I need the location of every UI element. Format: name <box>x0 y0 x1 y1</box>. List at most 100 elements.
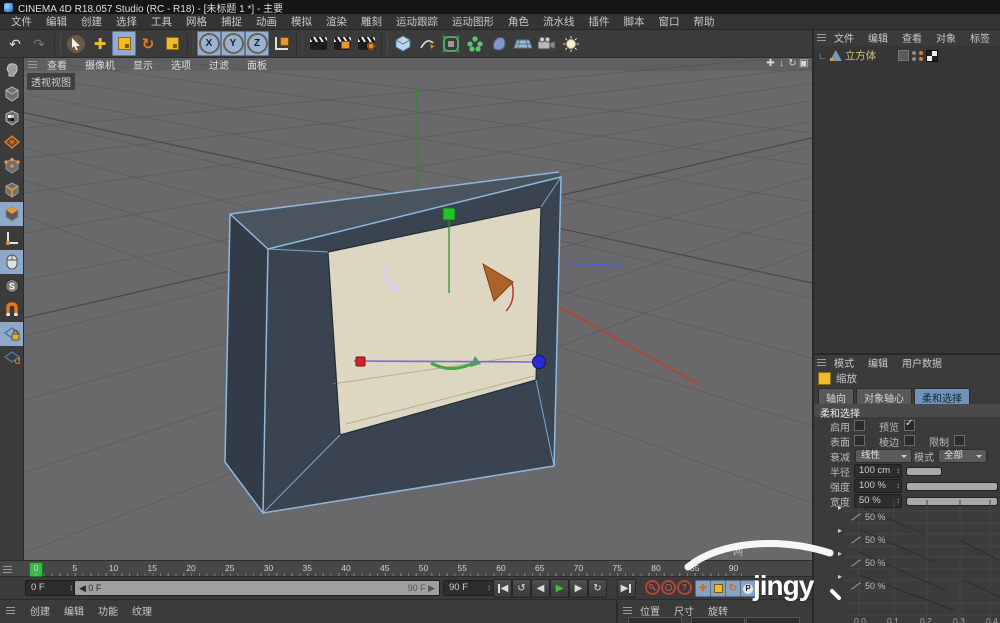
render-settings-button[interactable] <box>354 31 378 56</box>
menu-item-2[interactable]: 创建 <box>74 13 109 30</box>
pan-icon[interactable]: ✚ <box>766 58 775 69</box>
drag-grip-icon[interactable] <box>623 607 632 614</box>
live-selection-button[interactable] <box>64 31 88 56</box>
end-frame-field[interactable]: 90 F↕ <box>443 580 494 596</box>
radius-slider[interactable] <box>906 467 942 476</box>
add-camera-button[interactable] <box>535 31 559 56</box>
drag-grip-icon[interactable] <box>6 607 15 614</box>
menu-item-10[interactable]: 雕刻 <box>354 13 389 30</box>
goto-end-button[interactable]: ▶ <box>617 579 636 598</box>
scale-handle-z[interactable] <box>533 356 546 369</box>
attribute-manager-menu-1[interactable]: 编辑 <box>862 355 894 370</box>
rotation-field[interactable] <box>746 617 800 623</box>
falloff-row-value-1[interactable]: 50 % <box>850 535 886 545</box>
menu-item-3[interactable]: 选择 <box>109 13 144 30</box>
rotate-tool-button[interactable]: ↻ <box>136 31 160 56</box>
object-manager-menu-0[interactable]: 文件 <box>828 30 860 45</box>
coordinate-system-button[interactable] <box>269 31 293 56</box>
enable-axis-button[interactable] <box>0 226 23 250</box>
spinner-icon[interactable]: ↕ <box>896 480 900 492</box>
snap-s-button[interactable]: S <box>0 274 23 298</box>
drag-grip-icon[interactable] <box>817 34 826 41</box>
mode-dropdown[interactable]: 全部 <box>938 449 987 463</box>
workplane-button[interactable]: ↺ <box>0 346 23 370</box>
preview-checkbox[interactable] <box>904 420 915 431</box>
zoom-icon[interactable]: ↓ <box>777 58 786 69</box>
polygons-mode-button[interactable] <box>0 202 23 226</box>
coordinate-column-1[interactable]: 尺寸 <box>668 603 700 618</box>
keyframe-selection-button[interactable]: ? <box>677 580 692 595</box>
spinner-icon[interactable]: ↕ <box>69 581 73 595</box>
add-array-button[interactable] <box>463 31 487 56</box>
layer-dots-icon[interactable] <box>919 51 923 61</box>
undo-button[interactable]: ↶ <box>3 31 27 56</box>
add-cube-button[interactable] <box>391 31 415 56</box>
menu-item-13[interactable]: 角色 <box>501 13 536 30</box>
position-field[interactable] <box>628 617 682 623</box>
move-tool-button[interactable]: ✚ <box>88 31 112 56</box>
object-manager-menu-3[interactable]: 对象 <box>930 30 962 45</box>
viewport-menu-3[interactable]: 选项 <box>163 58 199 72</box>
falloff-row-expander-0[interactable]: ▸ <box>838 502 842 512</box>
falloff-row-expander-2[interactable]: ▸ <box>838 548 842 558</box>
add-deformer-button[interactable] <box>487 31 511 56</box>
add-light-button[interactable] <box>559 31 583 56</box>
drag-grip-icon[interactable] <box>28 61 37 68</box>
cube-object[interactable] <box>225 172 561 513</box>
enable-checkbox[interactable] <box>854 420 865 431</box>
perspective-viewport[interactable]: 查看摄像机显示选项过滤面板 透视视图 ✚ ↓ ↻ ▣ 网 <box>24 58 812 560</box>
points-mode-button[interactable] <box>0 154 23 178</box>
menu-item-17[interactable]: 窗口 <box>652 13 687 30</box>
record-parameter-toggle[interactable]: P <box>740 580 756 597</box>
menu-item-11[interactable]: 运动跟踪 <box>389 13 445 30</box>
spinner-icon[interactable]: ↕ <box>896 465 900 477</box>
menu-item-6[interactable]: 捕捉 <box>214 13 249 30</box>
object-manager-menu-1[interactable]: 编辑 <box>862 30 894 45</box>
menu-item-5[interactable]: 网格 <box>179 13 214 30</box>
menu-item-4[interactable]: 工具 <box>144 13 179 30</box>
falloff-row-value-3[interactable]: 50 % <box>850 581 886 591</box>
falloff-row-value-0[interactable]: 50 % <box>850 512 886 522</box>
falloff-curve-graph[interactable]: ▸50 %▸50 %▸50 %▸50 % 0.00.10.20.30.4 <box>814 500 1000 623</box>
surface-checkbox[interactable] <box>854 435 865 446</box>
next-key-button[interactable]: ↻ <box>588 579 607 598</box>
make-editable-button[interactable] <box>0 58 23 82</box>
menu-item-0[interactable]: 文件 <box>4 13 39 30</box>
menu-item-12[interactable]: 运动图形 <box>445 13 501 30</box>
lock-x-axis-button[interactable]: X <box>197 31 221 56</box>
falloff-row-expander-3[interactable]: ▸ <box>838 571 842 581</box>
record-keyframe-button[interactable] <box>645 580 660 595</box>
add-subdivision-surface-button[interactable] <box>439 31 463 56</box>
material-menu-1[interactable]: 编辑 <box>58 603 90 618</box>
current-frame-field[interactable]: 0 F↕ <box>25 580 76 596</box>
object-manager[interactable]: ∟ 立方体 <box>814 46 1000 355</box>
visibility-dots-icon[interactable] <box>912 51 916 61</box>
falloff-row-value-2[interactable]: 50 % <box>850 558 886 568</box>
model-mode-button[interactable] <box>0 82 23 106</box>
render-picture-viewer-button[interactable] <box>330 31 354 56</box>
toggle-view-icon[interactable]: ▣ <box>799 58 808 69</box>
render-view-button[interactable] <box>306 31 330 56</box>
material-menu-3[interactable]: 纹理 <box>126 603 158 618</box>
viewport-menu-1[interactable]: 摄像机 <box>77 58 123 72</box>
object-name[interactable]: 立方体 <box>845 48 877 63</box>
coordinate-column-2[interactable]: 旋转 <box>702 603 734 618</box>
menu-item-8[interactable]: 模拟 <box>284 13 319 30</box>
menu-item-1[interactable]: 编辑 <box>39 13 74 30</box>
scale-handle-x[interactable] <box>356 357 365 366</box>
size-field[interactable] <box>691 617 745 623</box>
menu-item-15[interactable]: 插件 <box>582 13 617 30</box>
object-enable-toggle[interactable] <box>898 50 909 61</box>
attribute-manager-menu-2[interactable]: 用户数据 <box>896 355 948 370</box>
menu-item-7[interactable]: 动画 <box>249 13 284 30</box>
last-tool-button[interactable] <box>160 31 184 56</box>
previous-frame-button[interactable]: ◀ <box>531 579 550 598</box>
menu-item-9[interactable]: 渲染 <box>319 13 354 30</box>
strength-slider[interactable] <box>906 482 998 491</box>
scale-handle-y[interactable] <box>443 208 455 220</box>
preview-range-slider[interactable]: ◀ 0 F 90 F ▶ <box>74 580 440 596</box>
section-header[interactable]: 柔和选择 <box>814 404 1000 417</box>
viewport-menu-0[interactable]: 查看 <box>39 58 75 72</box>
edges-mode-button[interactable] <box>0 178 23 202</box>
lock-y-axis-button[interactable]: Y <box>221 31 245 56</box>
